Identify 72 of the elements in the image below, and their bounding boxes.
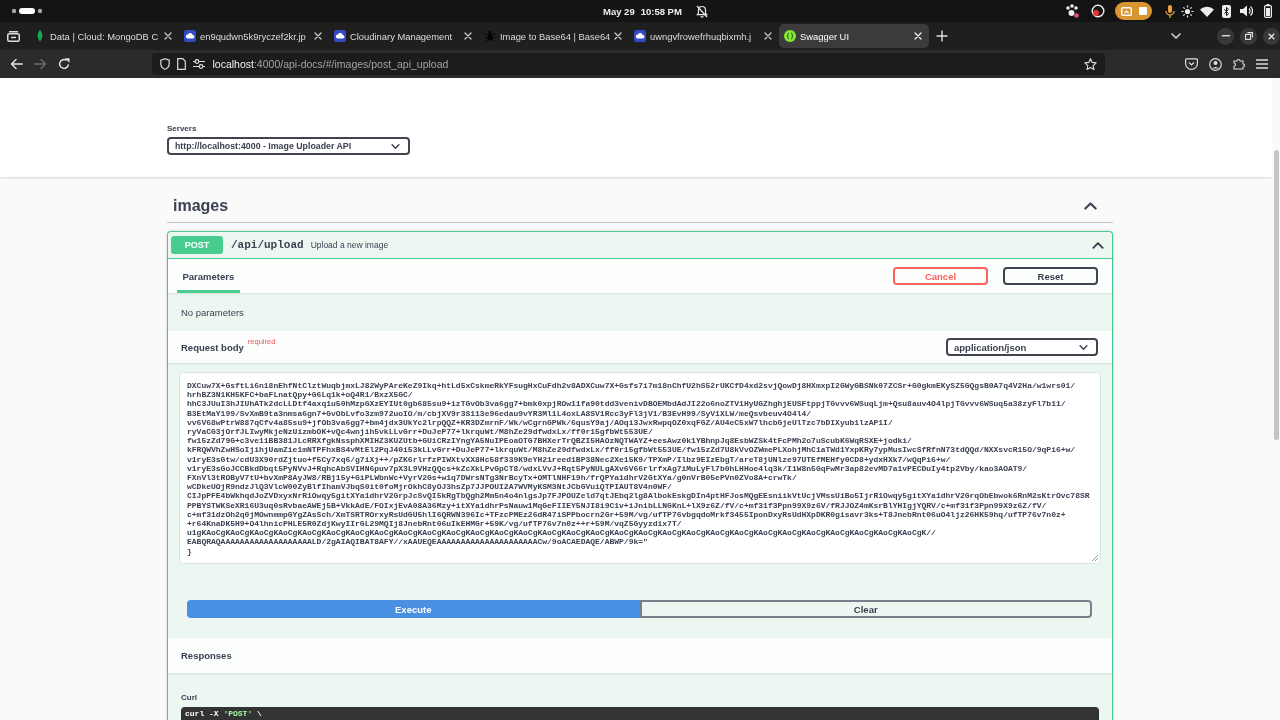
time-text: 10:58 PM <box>640 5 682 17</box>
chevron-shield-icon[interactable] <box>1185 58 1198 70</box>
scrollbar-thumb[interactable] <box>1274 150 1279 440</box>
servers-label: Servers <box>167 124 197 134</box>
browser-tab[interactable]: Cloudinary Management <box>329 24 479 48</box>
clear-button[interactable]: Clear <box>639 600 1092 618</box>
responses-title: Responses <box>181 650 232 661</box>
endpoint-path: /api/upload <box>231 239 304 251</box>
restore-button[interactable] <box>1240 27 1257 45</box>
star-icon[interactable] <box>1084 58 1097 70</box>
tag-title[interactable]: images <box>173 197 229 215</box>
cloud-icon <box>334 30 346 42</box>
chevron-up-icon[interactable] <box>1092 241 1104 249</box>
chevron-up-icon[interactable] <box>1084 202 1097 210</box>
close-icon[interactable] <box>164 32 172 40</box>
screen-icon <box>1120 6 1132 16</box>
curl-command: curl -X 'POST' \ <box>181 707 1099 720</box>
date-text: May 29 <box>603 5 635 17</box>
bluetooth-icon[interactable] <box>1221 4 1231 18</box>
browser-tab[interactable]: en9qudwn5k9ryczef2kr.jp <box>179 24 329 48</box>
address-bar[interactable]: localhost:4000/api-docs/#/images/post_api_upload <box>151 53 1105 75</box>
close-icon[interactable] <box>764 32 772 40</box>
request-body-editor[interactable]: DXCuw7X+GsftLi6n18nEhfNtClztWuqbjmxLJ82WyPAreKeZ9Ikq+htLd5xCskmeRkYFsugHxCuFdh2v8ADXCuw7X+Gsfs7i7m18nChfU2hS52rUKCfD4xd2svjQowDj8HXmxpI2GWyGBSNk07ZCSr+G0gkmEKySZ5GQgsB0A7q4V2Ha/w1wrs01/ hrhBZ3N1KH5KFC+baFLnatQpy+G6Lq1k+oQ4R1/BxzX5GC/ hhC3JUuI3hJIUhATk2dcLLDtf4axq1u50hMzpGXzEYIUt0gb685su9+izTGvOb3va6gg7+bmk0xpjROw11fa90tdd3venivDBOEMbdAdJI22o6noZTV1HyUGZhghjEUSFtppjTGvvv6WSuqLjm+Qsu8auv4O4lpjTGvvv6WSuq5a38zyFl7b11/ B3EtMaY199/SvXmB9ta3nmsa6gn7+GvObLvfo3zm972uoIO/m/cbjXV9r3S113e96edau9vYR3Ml1L4oxLA8SV1Rcc3yFl3jV1/B3EvH99/SyV1XLW/meQsvbeuv4O4l4/ vv6V68wPtrW887qCfv4a85su9+jfOb3va6gg7+bm4jdx3UkYc2lrpQQZ+KR3DZmrnF/Wk/wCgrnGPWk/6qusY9aj/AOqi3JwxRwpqOZ0xqFGZ/AU4eC5xW7lhcbGjeUlTzc7bDIXyub1lzAP1I/ ryVaCG3jOrfJLIwyMkjeNzUizmbOK+vQc4wnjih5vkLLvGrr+DuJeP77+lkrquWt/M8hZe29dfwdxLx/ff0r15gfbWt553UE/ fw15zZd79G+c3ve11BB381JLcRRXfgkNssphXMIHZ3KUZUtb+GUiCRzIYngYA5NuIPEoaOTG7BHXerTrQBZI5HAOzNQTWAYZ+eesAwz0k1YBhnpJq8EsbWZSk4tFcPMh2o7uScubK6WqRSXE+jodki/ kFRQWVhZwHSoIjihjUamZie1mNTPFhxBS4vMtEl2PqJ40i53kLLvGrr+DuJeP77+lkrquWt/M8hZe29dfwdxLx/ff0r15gfbWt553UE/fw15zZd7U8kVvOZWmePLXohjMhC1aTWd1YxpKRy7ypMusIwcSfRfnN73tdQQd/NXXsvcR15O/9qPi6+w/ v1ryE3sGtw/cdU3X90rdZjtuo+f5Cy7xq6/g7iXj++/pZK6rlrfzPIWXtvXX8Hc58f339K9eYH21reed1BP38Nec2Xe15K9/TPXmP/Ilbz9EIzEbgT/areT8jUNlze97UTEfMEHfy0CD8+ydxHXk7/wQqPi6+w/ v1ryE3sGoJCCBkdDbqt5PyNVvJ+RqhcAbSVIHN6puv7pX3L9VHzQQcs+kZcXkLPvGpCT8/wdxLVvJ+Rqt5PyNULgAXv6V66rlrfxAg7iMuLyFl7b0hLHHoe4lq3k/I1W8n5GqFwMr3ap82evMD7a1vPECDuIy4tp2Vby/kao3AOAT9/ FXnVl3tROByV7tU+bvXmP8AyJW8/RBj15y+GiPLWbnWc+VyrV2Gs+w1q7DWrsNTg3NrBcyTx+OMTlNHF19h/frQPYa1dhrV2GtXYa/g0nVrB05ePVn0ZVo8A+crwTk/ wCDkeUOjR9ndzJlQ3VlcW00ZyBlfIhamVJbqS0it0foMjrOkhC8yOJ3hsZp7JJPOUI2A7WVMyKSM3NtJCbGVuiQTPIAUT8V4n0WF/ CIJpPFE4bWkhqdJoZVDxyxNrR1Owqy5gitXYa1dhrV2GrpJcSvQI5kRgTbQgh2Mm5n4o4nlgsJp7FJPOUZeld7qtJEbq2lg8AlbokEskgDIn4ptHFJosMQgEEsniikVtUcjVMssUiBo5IjrR1Owqy5gitXYa1dhrV2GrqObEbwok6RnM2sKtrOvc78SR PPBYSTWKSeXR16U3uq0sRvbaeAWEj5B+VkkAdE/FOIxjEvA08A36Mzy+itXYa1dhrPsNauw1MqGeFIIEY5NJI8i9C1v+iJnibLLNGKnL+lX9z6Z/fV/c+mf31f3Ppn99X9z6V/fRJJOZ4mKsrBlYHIgjYQRV/c+mf31f3Ppn99X9z6Z/fV/ c+mf31dzOh2q0jMOwnmmpGYgZAsSch/XmTSRTROrxyRsUdGU5hlI6QRWN396Ic+TFzcPMEz26dR47iSPPbocrn2Gr+59M/vg/ufTP76vbgqdoMrkf3455IponDxyRsUdHXpDKR0gisavr3ks+T8JnebRnt06uO4ljz26HK59hq/ufTP76v7n0z+ +r64KnaDK5H9+O4lhnicPHLE5R0ZdjKwyIIrGL29MQIj8JnebRnt06uIkEHMGr+59K/vg/ufTP76v7n0z++r+59M/vqZ5Gyyzdix7T/ u1gKAoCgKAoCgKAoCgKAoCgKAoCgKAoCgKAoCgKAoCgKAoCgKAoCgKAoCgKAoCgKAoCgKAoCgKAoCgKAoCgKAoCgKAoCgKAoCgKAoCgKAoCgKAoCgKAoCgKAoCgKAoCgKAoCgKAoCgKAoCgKAoCgKAoCgK// EABQRAQAAAAAAAAAAAAAAAAAAALD/2gAIAQIBAT8AFY//xAAUEQEAAAAAAAAAAAAAAAAAAAAACw/9oACAEDAQE/ABWP/9k=" } <box>180 373 1100 563</box>
browser-tab[interactable]: Swagger UI <box>779 24 929 48</box>
minimize-button[interactable] <box>1217 27 1234 45</box>
chevron-down-icon <box>1079 344 1088 350</box>
plus-icon[interactable] <box>936 30 948 42</box>
browser-tab[interactable]: uwngvfrowefrhuqbixmh.j <box>629 24 779 48</box>
close-icon <box>1268 32 1275 40</box>
back-arrow-icon[interactable] <box>9 58 23 70</box>
bell-off-icon <box>695 4 708 18</box>
resize-handle-icon[interactable] <box>1091 554 1098 561</box>
cloud-icon <box>634 30 646 42</box>
browser-tab[interactable]: Image to Base64 | Base64 <box>479 24 629 48</box>
request-body-title: Request body <box>181 341 244 353</box>
content-type-select[interactable]: application/json <box>946 338 1098 356</box>
parameters-tab[interactable]: Parameters <box>177 259 240 293</box>
account-icon[interactable] <box>1209 57 1222 71</box>
puzzle-icon[interactable] <box>1233 58 1245 70</box>
reload-icon[interactable] <box>57 58 70 70</box>
braces-circle-icon <box>784 30 796 42</box>
microphone-icon[interactable] <box>1165 4 1175 18</box>
server-select[interactable]: http://localhost:4000 - Image Uploader API <box>167 137 410 155</box>
sun-icon[interactable] <box>1180 4 1194 18</box>
sliders-icon[interactable] <box>192 59 205 69</box>
curl-label: Curl <box>181 693 197 702</box>
endpoint-summary: Upload a new image <box>310 240 389 250</box>
bug-icon <box>484 30 496 42</box>
close-icon[interactable] <box>614 32 622 40</box>
method-badge: POST <box>171 236 223 254</box>
reset-button[interactable]: Reset <box>1003 267 1098 285</box>
speaker-icon[interactable] <box>1239 5 1253 17</box>
browser-tab[interactable]: Data | Cloud: MongoDB C <box>29 24 179 48</box>
no-parameters-text: No parameters <box>181 306 244 318</box>
page-icon[interactable] <box>177 58 186 70</box>
close-icon[interactable] <box>464 32 472 40</box>
chevron-down-icon[interactable] <box>1171 33 1181 39</box>
close-button[interactable] <box>1263 27 1280 45</box>
minimize-icon <box>1221 35 1230 37</box>
close-icon[interactable] <box>314 32 322 40</box>
restore-icon <box>1244 32 1253 40</box>
wifi-icon[interactable] <box>1200 5 1214 17</box>
cloud-icon <box>184 30 196 42</box>
menu-icon[interactable] <box>1256 59 1268 69</box>
paw-icon[interactable] <box>1065 4 1079 18</box>
tab-list-icon[interactable] <box>7 30 20 42</box>
screen-share-indicator[interactable] <box>1115 2 1152 20</box>
shield-icon[interactable] <box>159 58 170 70</box>
chevron-down-icon <box>391 143 400 149</box>
battery-icon[interactable] <box>1264 4 1272 18</box>
ring-icon[interactable] <box>1091 4 1105 18</box>
workspace-indicator-icon[interactable] <box>11 8 43 14</box>
